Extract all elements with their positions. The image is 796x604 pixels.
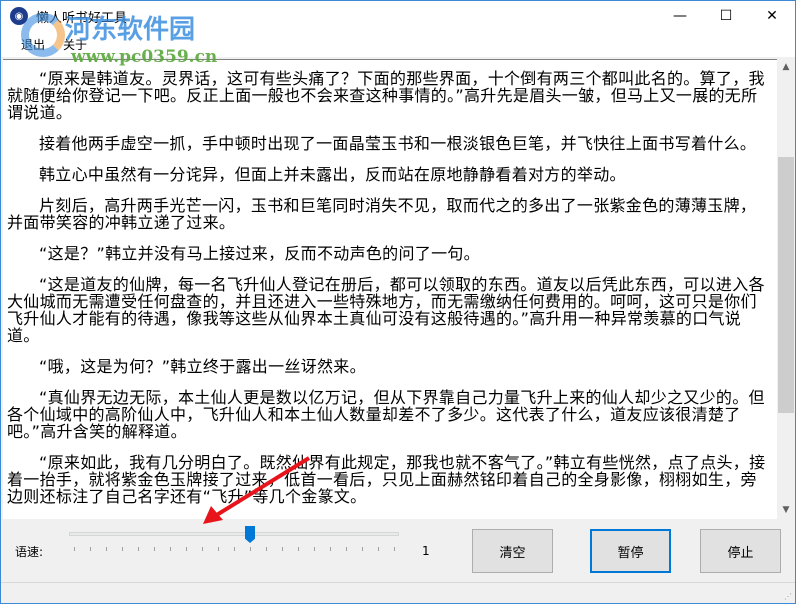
- slider-tick: [218, 547, 219, 551]
- paragraph: “这是？”韩立并没有马上接过来，反而不动声色的问了一句。: [39, 244, 480, 263]
- slider-tick: [170, 547, 171, 551]
- paragraph: “原来如此，我有几分明白了。既然仙界有此规定，那我也就不客气了。”韩立有些恍然，…: [7, 453, 766, 506]
- close-button[interactable]: ✕: [749, 1, 795, 31]
- slider-tick: [250, 547, 251, 551]
- slider-tick: [394, 547, 395, 551]
- app-icon: ◉: [10, 7, 28, 25]
- speed-value: 1: [422, 544, 430, 558]
- paragraph: “哦，这是为何？”韩立终于露出一丝讶然来。: [39, 357, 366, 376]
- status-bar: ⋰: [1, 584, 795, 603]
- scroll-up-icon[interactable]: ▲: [777, 59, 795, 76]
- menu-about[interactable]: 关于: [63, 36, 87, 53]
- slider-tick: [90, 547, 91, 551]
- slider-tick: [282, 547, 283, 551]
- slider-tick: [346, 547, 347, 551]
- maximize-button[interactable]: ☐: [703, 1, 749, 31]
- paragraph: “这是道友的仙牌，每一名飞升仙人登记在册后，都可以领取的东西。道友以后凭此东西，…: [7, 275, 765, 345]
- slider-tick: [378, 547, 379, 551]
- control-panel: 语速: 1 清空 暂停 停止: [1, 519, 795, 583]
- paragraph: 韩立心中虽然有一分诧异，但面上并未露出，反而站在原地静静看着对方的举动。: [39, 165, 626, 184]
- resize-grip-icon[interactable]: ⋰: [784, 592, 792, 601]
- text-area[interactable]: “原来是韩道友。灵界话，这可有些头痛了？下面的那些界面，十个倒有两三个都叫此名的…: [3, 59, 777, 519]
- app-window: ◉ 懒人听书好工具 — ☐ ✕ 退出 关于 “原来是韩道友。灵界话，这可有些头痛…: [0, 0, 796, 604]
- slider-tick: [74, 547, 75, 551]
- scrollbar-thumb[interactable]: [778, 157, 794, 413]
- menu-exit[interactable]: 退出: [21, 36, 45, 53]
- pause-button[interactable]: 暂停: [590, 529, 671, 573]
- slider-tick: [186, 547, 187, 551]
- paragraph: “原来是韩道友。灵界话，这可有些头痛了？下面的那些界面，十个倒有两三个都叫此名的…: [7, 69, 765, 122]
- slider-tick: [234, 547, 235, 551]
- slider-tick: [298, 547, 299, 551]
- slider-tick: [138, 547, 139, 551]
- slider-tick: [314, 547, 315, 551]
- paragraph: 接着他两手虚空一抓，手中顿时出现了一面晶莹玉书和一根淡银色巨笔，并飞快往上面书写…: [39, 134, 757, 153]
- vertical-scrollbar[interactable]: ▲ ▼: [777, 59, 795, 519]
- scroll-down-icon[interactable]: ▼: [777, 502, 795, 519]
- slider-track: [69, 532, 399, 536]
- slider-thumb[interactable]: [245, 526, 255, 543]
- minimize-button[interactable]: —: [657, 1, 703, 31]
- slider-tick: [202, 547, 203, 551]
- slider-tick: [154, 547, 155, 551]
- slider-tick: [122, 547, 123, 551]
- slider-tick: [266, 547, 267, 551]
- title-bar: ◉ 懒人听书好工具 — ☐ ✕: [1, 1, 795, 31]
- paragraph: 片刻后，高升两手光芒一闪，玉书和巨笔同时消失不见，取而代之的多出了一张紫金色的薄…: [7, 196, 757, 232]
- stop-button[interactable]: 停止: [700, 529, 781, 573]
- paragraph: “真仙界无边无际，本土仙人更是数以亿万记，但从下界靠自己力量飞升上来的仙人却少之…: [7, 388, 765, 441]
- clear-button[interactable]: 清空: [472, 529, 553, 573]
- slider-tick: [362, 547, 363, 551]
- menu-bar: 退出 关于: [1, 31, 795, 57]
- slider-tick: [330, 547, 331, 551]
- slider-tick: [106, 547, 107, 551]
- speed-slider[interactable]: [24, 519, 404, 559]
- window-title: 懒人听书好工具: [36, 10, 128, 26]
